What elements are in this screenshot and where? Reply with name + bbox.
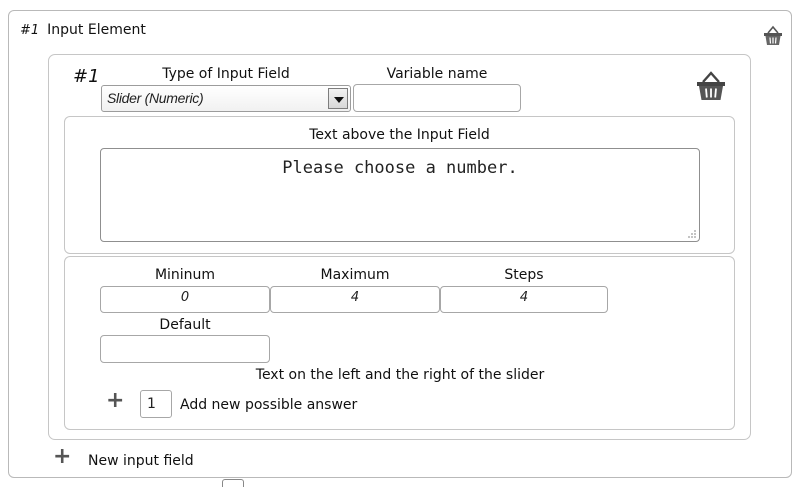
add-answer-label[interactable]: Add new possible answer bbox=[180, 397, 357, 413]
minimum-input[interactable]: 0 bbox=[100, 286, 270, 313]
element-number: #1 bbox=[20, 23, 40, 38]
input-number: #1 bbox=[73, 66, 100, 87]
steps-label: Steps bbox=[504, 267, 544, 283]
text-above-textarea[interactable]: Please choose a number. bbox=[100, 148, 700, 242]
new-input-plus-icon[interactable]: + bbox=[53, 446, 71, 468]
delete-input-basket-icon[interactable] bbox=[695, 70, 727, 102]
default-label: Default bbox=[159, 317, 211, 333]
minimum-label: Mininum bbox=[154, 267, 216, 283]
partial-control bbox=[222, 479, 244, 487]
input-type-select[interactable]: Slider (Numeric) bbox=[101, 85, 351, 112]
slider-side-text-label: Text on the left and the right of the sl… bbox=[255, 367, 545, 383]
maximum-input[interactable]: 4 bbox=[270, 286, 440, 313]
variable-name-input[interactable] bbox=[353, 84, 521, 112]
chevron-down-icon[interactable] bbox=[328, 88, 348, 109]
answer-count-input[interactable]: 1 bbox=[140, 390, 172, 418]
input-type-value: Slider (Numeric) bbox=[107, 90, 204, 106]
resize-grip-icon[interactable] bbox=[686, 228, 696, 238]
input-type-label: Type of Input Field bbox=[162, 66, 290, 82]
maximum-label: Maximum bbox=[320, 267, 390, 283]
add-answer-plus-icon[interactable]: + bbox=[106, 390, 124, 412]
input-element-header: #1 Input Element bbox=[20, 22, 146, 38]
delete-element-basket-icon[interactable] bbox=[763, 25, 783, 47]
text-above-label: Text above the Input Field bbox=[309, 127, 490, 143]
default-input[interactable] bbox=[100, 335, 270, 363]
new-input-field-link[interactable]: New input field bbox=[88, 453, 194, 469]
variable-name-label: Variable name bbox=[386, 66, 488, 82]
steps-input[interactable]: 4 bbox=[440, 286, 608, 313]
element-title: Input Element bbox=[47, 22, 146, 38]
text-above-value: Please choose a number. bbox=[282, 158, 518, 178]
